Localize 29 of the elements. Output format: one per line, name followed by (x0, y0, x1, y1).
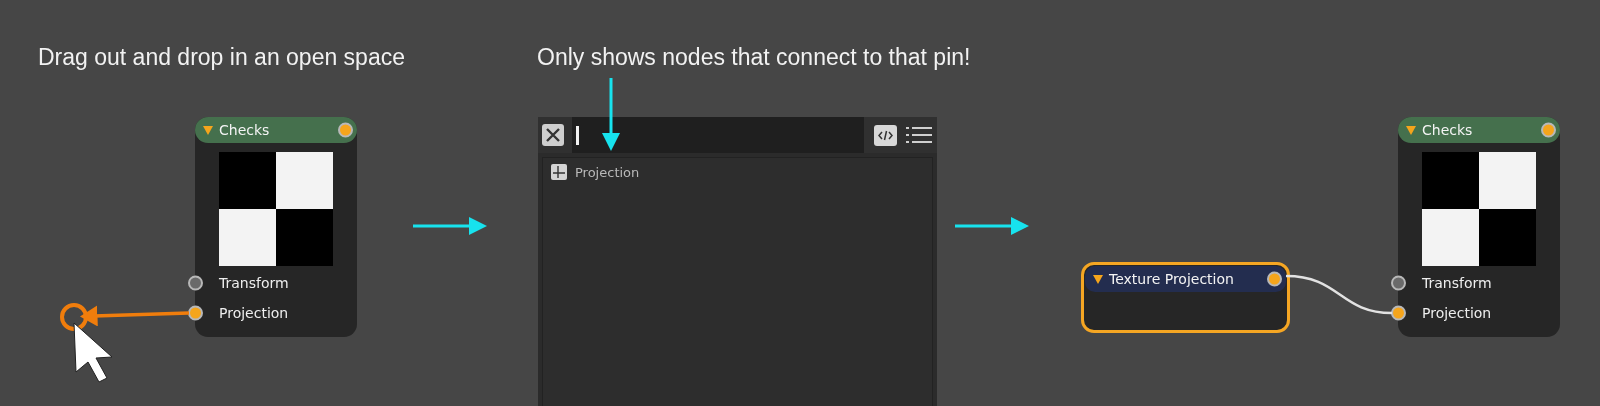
expanded-triangle-icon[interactable] (1093, 274, 1103, 284)
node-card[interactable]: Checks Transform Projection (195, 117, 357, 337)
caption-text: Only shows nodes that connect to that pin! (537, 44, 971, 71)
caption-text: Drag out and drop in an open space (38, 44, 405, 71)
node-card[interactable]: Checks Transform Projection (1398, 117, 1560, 337)
code-button[interactable] (874, 124, 897, 146)
drop-target-ring (60, 303, 88, 331)
input-label: Transform (219, 275, 289, 291)
expanded-triangle-icon[interactable] (1406, 125, 1416, 135)
input-label: Projection (219, 305, 289, 321)
output-pin[interactable] (338, 122, 353, 138)
node-card[interactable]: Texture Projection (1081, 262, 1290, 333)
output-pin[interactable] (1541, 122, 1556, 138)
mouse-cursor-icon (73, 322, 113, 383)
list-icon (906, 126, 932, 144)
output-pin[interactable] (1267, 271, 1282, 287)
search-field[interactable] (572, 117, 864, 153)
input-label: Projection (1422, 305, 1492, 321)
node-title: Texture Projection (1109, 271, 1234, 287)
input-label: Transform (1422, 275, 1492, 291)
close-button[interactable] (542, 124, 564, 146)
node-title: Checks (1422, 122, 1473, 138)
axes-icon (551, 164, 567, 180)
close-icon (545, 127, 561, 143)
node-title: Checks (219, 122, 270, 138)
search-result-item[interactable]: Projection (543, 162, 932, 182)
code-icon (878, 129, 893, 141)
list-view-button[interactable] (905, 124, 933, 146)
expanded-triangle-icon[interactable] (203, 125, 213, 135)
